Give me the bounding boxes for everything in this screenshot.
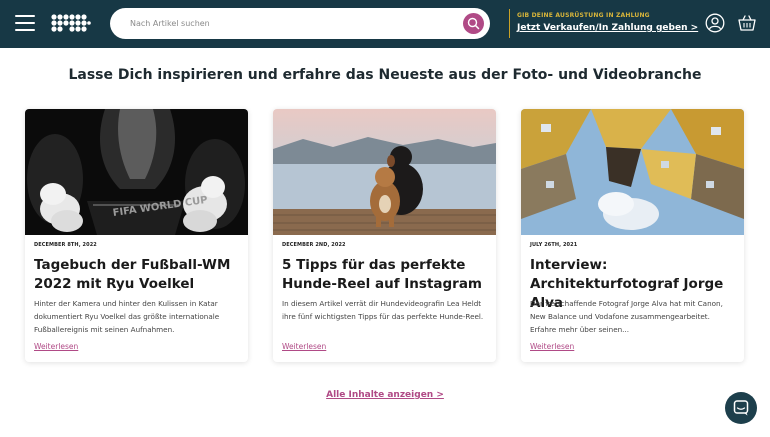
user-icon[interactable] [705,13,725,33]
section-subtitle: Lasse Dich inspirieren und erfahre das N… [68,67,702,83]
article-excerpt: Der freischaffende Fotograf Jorge Alva h… [530,299,723,334]
article-date: DECEMBER 2ND, 2022 [282,242,346,248]
menu-icon[interactable] [15,14,35,32]
read-more-link[interactable]: Weiterlesen [530,342,574,351]
chat-icon [733,400,749,416]
cart-icon[interactable] [737,13,757,33]
logo[interactable] [51,14,91,32]
promo-divider [509,9,510,38]
article-card[interactable]: DECEMBER 2ND, 2022 5 Tipps für das perfe… [273,109,496,362]
article-excerpt: Hinter der Kamera und hinter den Kulisse… [34,299,220,334]
search-icon [467,17,480,30]
article-card[interactable]: JULY 26TH, 2021 Interview: Architekturfo… [521,109,744,362]
section-heading-obscured [260,38,510,50]
article-image-worldcup[interactable]: FIFA WORLD CUP [25,109,248,235]
trade-in-link[interactable]: Jetzt Verkaufen/In Zahlung geben > [517,23,698,33]
article-date: JULY 26TH, 2021 [530,242,578,248]
article-title[interactable]: Tagebuch der Fußball-WM 2022 mit Ryu Voe… [34,256,244,294]
article-title[interactable]: 5 Tipps für das perfekte Hunde-Reel auf … [282,256,492,294]
search-input[interactable] [130,15,450,32]
search-button[interactable] [463,13,484,34]
read-more-link[interactable]: Weiterlesen [282,342,326,351]
search-box [110,8,490,39]
trade-in-label: GIB DEINE AUSRÜSTUNG IN ZAHLUNG [517,12,650,19]
article-date: DECEMBER 8TH, 2022 [34,242,97,248]
all-content-link[interactable]: Alle Inhalte anzeigen > [326,390,444,400]
read-more-link[interactable]: Weiterlesen [34,342,78,351]
chat-button[interactable] [725,392,757,424]
all-content-link-wrapper: Alle Inhalte anzeigen > [0,390,770,400]
article-excerpt: In diesem Artikel verrät dir Hundevideog… [282,299,484,321]
article-card[interactable]: FIFA WORLD CUP DECEMBER 8TH, 2022 Tagebu… [25,109,248,362]
article-image-architecture[interactable] [521,109,744,235]
article-image-dogs[interactable] [273,109,496,235]
